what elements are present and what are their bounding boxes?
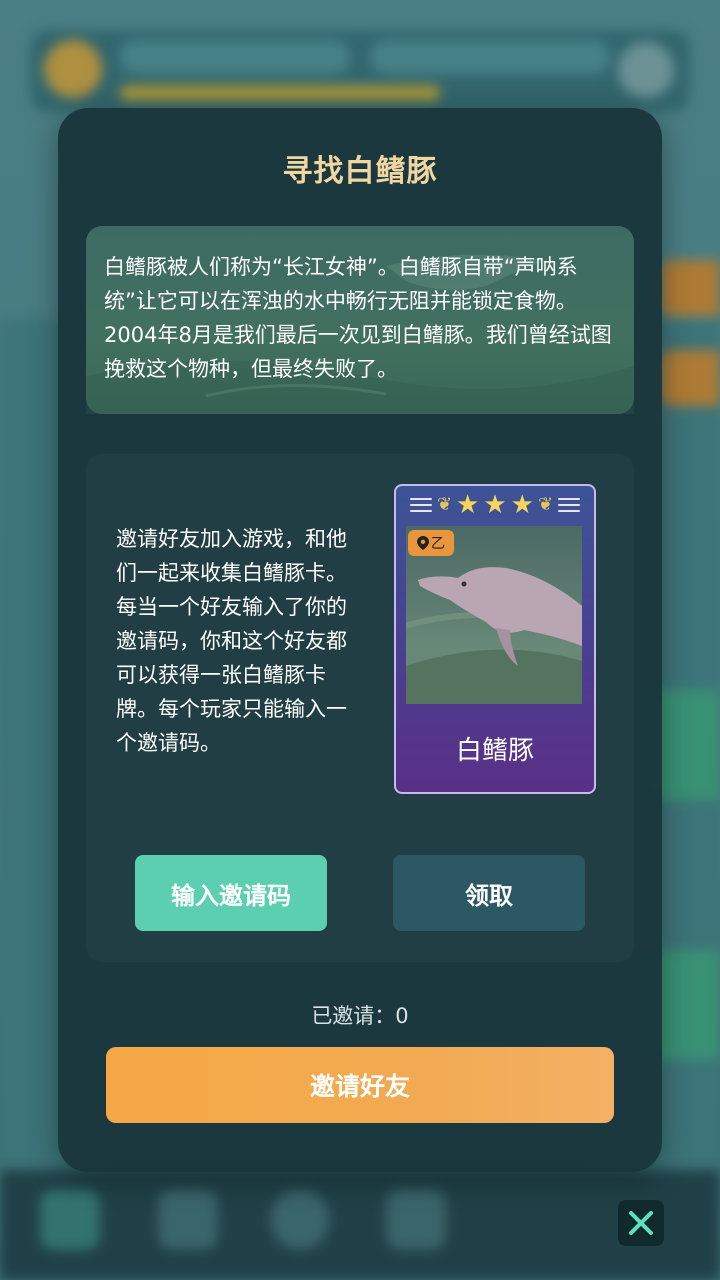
close-button[interactable] bbox=[618, 1200, 664, 1246]
enter-invite-code-button[interactable]: 输入邀请码 bbox=[135, 855, 327, 931]
invite-description: 邀请好友加入游戏，和他们一起来收集白鳍豚卡。每当一个好友输入了你的邀请码，你和这… bbox=[116, 527, 347, 755]
star-icon: ★ bbox=[456, 490, 480, 520]
claim-button[interactable]: 领取 bbox=[393, 855, 585, 931]
star-icon: ★ bbox=[483, 490, 507, 520]
invited-count: 已邀请：0 bbox=[311, 1004, 409, 1028]
location-tag-label: 乙 bbox=[431, 536, 445, 552]
star-icon: ★ bbox=[510, 490, 534, 520]
laurel-icon: ❦ bbox=[436, 494, 453, 515]
location-pin-icon bbox=[417, 536, 429, 550]
card-star-rating: ❦ ★ ★ ★ ❦ bbox=[410, 490, 580, 520]
card-name: 白鳍豚 bbox=[455, 736, 534, 766]
location-tag: 乙 bbox=[408, 530, 454, 556]
intro-text: 白鳍豚被人们称为“长江女神”。白鳍豚自带“声呐系统”让它可以在浑浊的水中畅行无阻… bbox=[104, 255, 612, 381]
invite-friends-button[interactable]: 邀请好友 bbox=[106, 1047, 614, 1123]
modal-title: 寻找白鳍豚 bbox=[282, 154, 438, 189]
laurel-icon: ❦ bbox=[537, 494, 554, 515]
close-icon bbox=[629, 1211, 653, 1235]
